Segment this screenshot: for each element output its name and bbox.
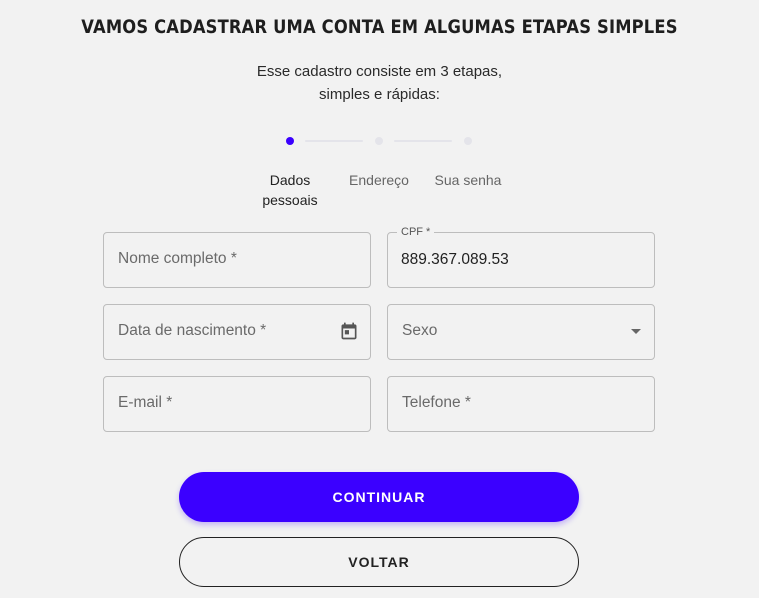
step-label-line: Dados (269, 172, 311, 188)
email-field[interactable]: E-mail * (103, 376, 371, 432)
step-connector-1 (305, 140, 363, 142)
phone-field[interactable]: Telefone * (387, 376, 655, 432)
step-label-line: Sua senha (434, 172, 502, 188)
subtitle-line-1: Esse cadastro consiste em 3 etapas, (256, 63, 503, 80)
step-connector-2 (394, 140, 452, 142)
cpf-value: 889.367.089.53 (401, 251, 509, 268)
full-name-field[interactable]: Nome completo * (103, 232, 371, 288)
step-dot-3 (464, 137, 472, 145)
birth-date-placeholder: Data de nascimento * (118, 322, 267, 339)
caret-down-icon (631, 329, 641, 334)
step-label-sua-senha: Sua senha (418, 170, 518, 190)
email-placeholder: E-mail * (118, 394, 173, 411)
step-label-dados-pessoais: Dados pessoais (240, 170, 340, 210)
step-label-line: Endereço (349, 172, 409, 188)
cpf-label: CPF * (397, 226, 435, 238)
birth-date-field[interactable]: Data de nascimento * (103, 304, 371, 360)
step-label-line: pessoais (262, 192, 318, 208)
progress-stepper: Dados pessoais Endereço Sua senha (0, 134, 759, 214)
step-dot-1 (286, 137, 294, 145)
sex-placeholder: Sexo (402, 322, 438, 339)
step-dot-2 (375, 137, 383, 145)
signup-page: VAMOS CADASTRAR UMA CONTA EM ALGUMAS ETA… (0, 0, 759, 598)
cpf-field[interactable]: CPF * 889.367.089.53 (387, 226, 655, 288)
page-subtitle: Esse cadastro consiste em 3 etapas, simp… (0, 60, 759, 106)
subtitle-line-2: simples e rápidas: (319, 86, 440, 103)
continue-button[interactable]: CONTINUAR (179, 472, 579, 522)
phone-placeholder: Telefone * (402, 394, 471, 411)
sex-select[interactable]: Sexo (387, 304, 655, 360)
full-name-placeholder: Nome completo * (118, 250, 237, 267)
page-title: VAMOS CADASTRAR UMA CONTA EM ALGUMAS ETA… (81, 16, 678, 38)
back-button[interactable]: VOLTAR (179, 537, 579, 587)
calendar-icon[interactable] (339, 321, 359, 341)
step-label-endereco: Endereço (329, 170, 429, 190)
